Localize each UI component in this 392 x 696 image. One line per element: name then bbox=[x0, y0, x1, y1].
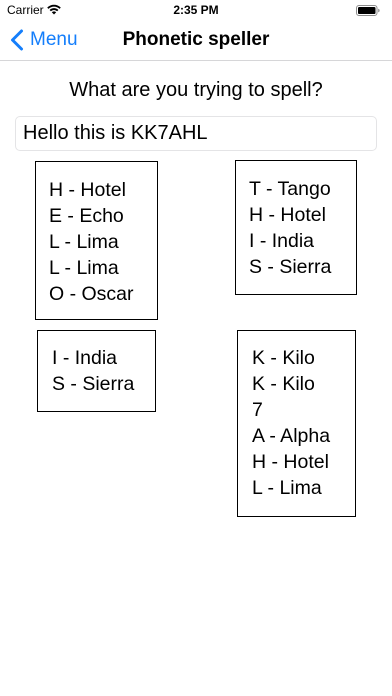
phonetic-line: O - Oscar bbox=[49, 283, 134, 305]
status-time: 2:35 PM bbox=[173, 3, 219, 17]
page-title: Phonetic speller bbox=[122, 29, 270, 50]
phonetic-line: H - Hotel bbox=[252, 451, 329, 473]
navigation-bar: Menu Phonetic speller bbox=[0, 22, 392, 61]
phonetic-line: H - Hotel bbox=[49, 179, 126, 201]
phonetic-line: 7 bbox=[252, 399, 263, 421]
battery-icon bbox=[356, 5, 380, 16]
word-card: T - Tango H - Hotel I - India S - Sierra bbox=[235, 160, 357, 295]
phonetic-line: L - Lima bbox=[252, 477, 322, 499]
phonetic-line: I - India bbox=[249, 230, 315, 252]
phonetic-line: A - Alpha bbox=[252, 425, 331, 447]
spell-prompt: What are you trying to spell? bbox=[69, 79, 323, 101]
phonetic-line: S - Sierra bbox=[249, 256, 332, 278]
word-card: K - Kilo K - Kilo 7 A - Alpha H - Hotel … bbox=[237, 330, 356, 517]
phonetic-line: L - Lima bbox=[49, 231, 119, 253]
word-card: H - Hotel E - Echo L - Lima L - Lima O -… bbox=[35, 161, 158, 320]
phonetic-line: I - India bbox=[52, 347, 118, 369]
phonetic-line: S - Sierra bbox=[52, 373, 135, 395]
phonetic-line: E - Echo bbox=[49, 205, 124, 227]
phonetic-line: K - Kilo bbox=[252, 347, 315, 369]
phonetic-line: T - Tango bbox=[249, 178, 331, 200]
phonetic-line: L - Lima bbox=[49, 257, 119, 279]
spell-input[interactable] bbox=[15, 116, 377, 151]
phonetic-line: H - Hotel bbox=[249, 204, 326, 226]
status-bar: Carrier 2:35 PM bbox=[0, 0, 392, 22]
phonetic-line: K - Kilo bbox=[252, 373, 315, 395]
word-card: I - India S - Sierra bbox=[37, 330, 156, 412]
